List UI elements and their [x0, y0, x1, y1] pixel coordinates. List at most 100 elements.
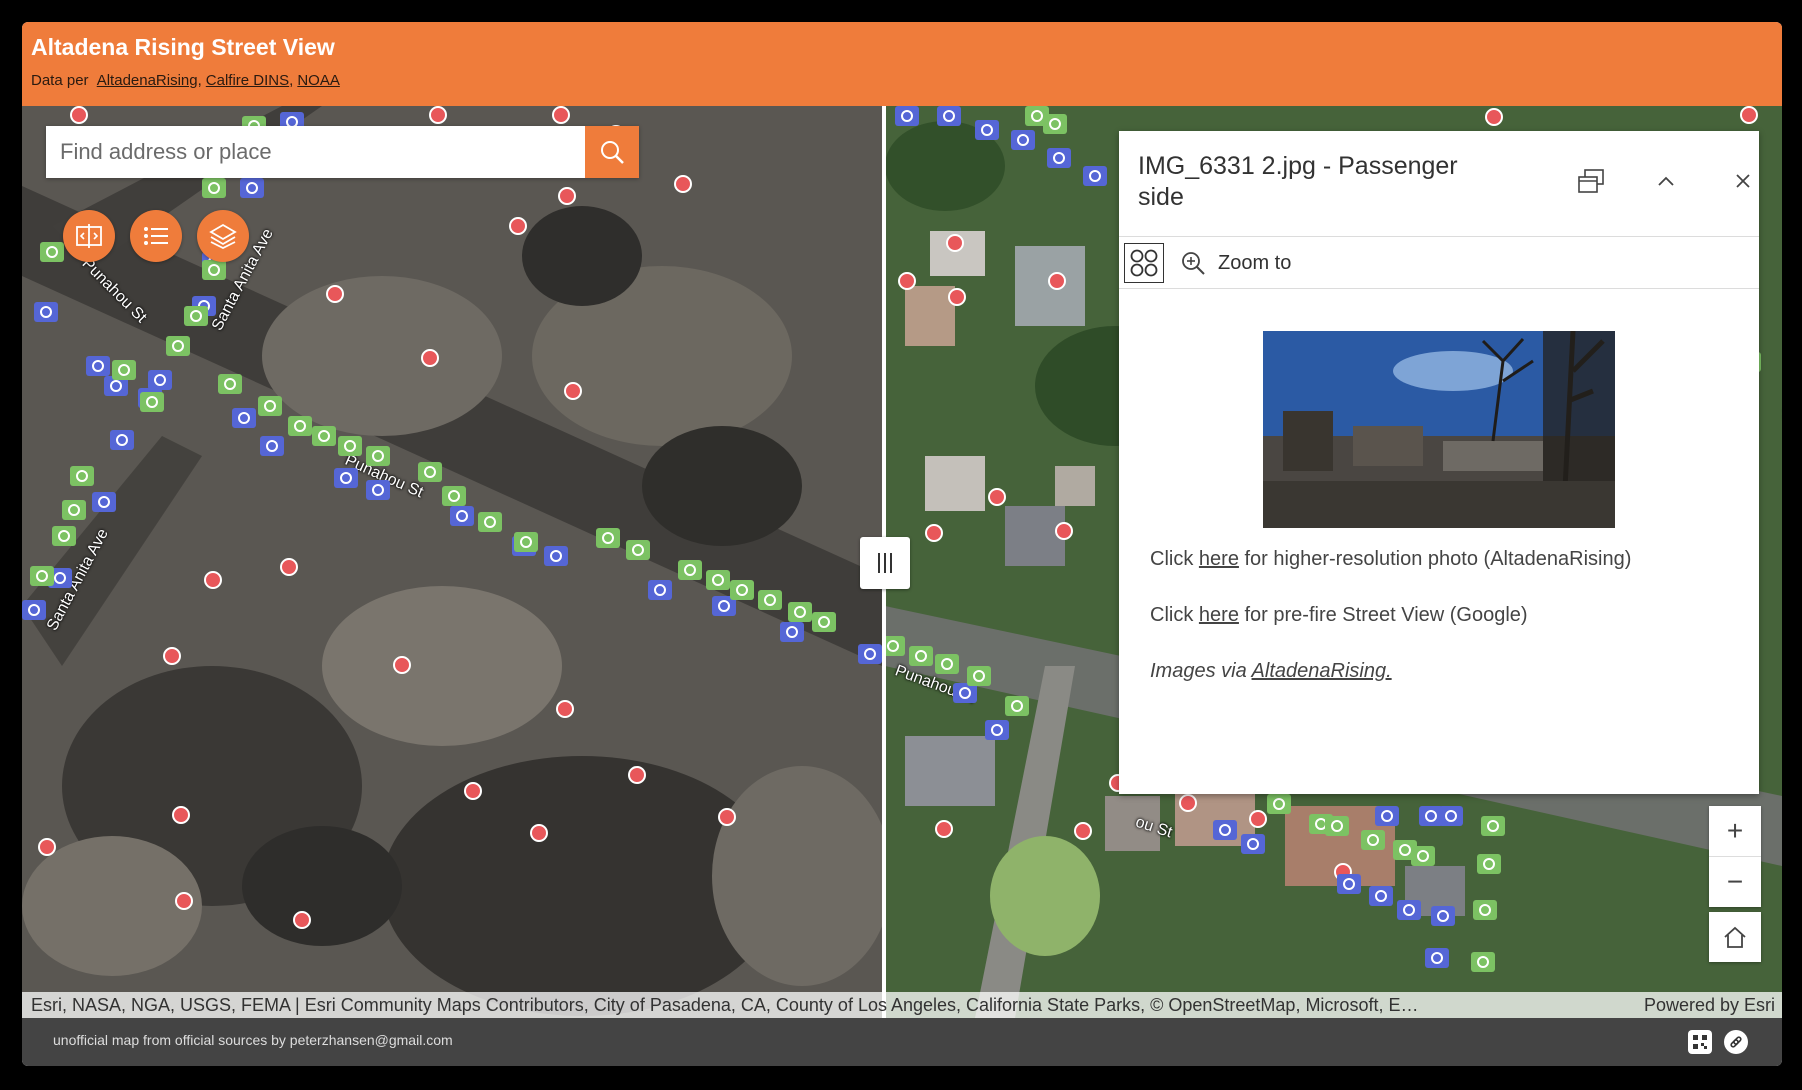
fire-damage-point[interactable]: [172, 806, 190, 824]
street-photo-point[interactable]: [1481, 816, 1505, 836]
street-photo-point[interactable]: [148, 370, 172, 390]
swipe-handle[interactable]: [860, 537, 910, 589]
search-button[interactable]: [585, 126, 639, 178]
street-photo-point[interactable]: [52, 526, 76, 546]
layers-button[interactable]: [197, 210, 249, 262]
map-view[interactable]: Punahou St Santa Anita Ave Punahou St Sa…: [22, 106, 1782, 1018]
fire-damage-point[interactable]: [948, 288, 966, 306]
fire-damage-point[interactable]: [1055, 522, 1073, 540]
street-photo-point[interactable]: [232, 408, 256, 428]
zoom-to-button[interactable]: Zoom to: [1180, 246, 1291, 280]
street-photo-point[interactable]: [62, 500, 86, 520]
street-photo-point[interactable]: [22, 600, 46, 620]
fire-damage-point[interactable]: [898, 272, 916, 290]
street-photo-point[interactable]: [975, 120, 999, 140]
high-res-photo-link[interactable]: here: [1199, 548, 1239, 570]
street-photo-point[interactable]: [92, 492, 116, 512]
fire-damage-point[interactable]: [509, 217, 527, 235]
street-photo-point[interactable]: [967, 666, 991, 686]
street-photo-point[interactable]: [338, 436, 362, 456]
street-photo-point[interactable]: [1213, 820, 1237, 840]
street-photo-point[interactable]: [478, 512, 502, 532]
street-photo-point[interactable]: [30, 566, 54, 586]
street-photo-point[interactable]: [1431, 906, 1455, 926]
street-photo-point[interactable]: [1241, 834, 1265, 854]
legend-button[interactable]: [130, 210, 182, 262]
fire-damage-point[interactable]: [464, 782, 482, 800]
street-photo-point[interactable]: [1477, 854, 1501, 874]
qr-code-button[interactable]: [1688, 1030, 1712, 1054]
street-photo-point[interactable]: [1005, 696, 1029, 716]
credit-link-calfire-dins[interactable]: Calfire DINS: [206, 72, 289, 89]
share-link-button[interactable]: [1724, 1030, 1748, 1054]
fire-damage-point[interactable]: [421, 349, 439, 367]
street-photo-point[interactable]: [1369, 886, 1393, 906]
zoom-out-button[interactable]: −: [1709, 857, 1761, 907]
street-photo-point[interactable]: [1011, 130, 1035, 150]
street-photo-point[interactable]: [442, 486, 466, 506]
fire-damage-point[interactable]: [1048, 272, 1066, 290]
street-photo-point[interactable]: [34, 302, 58, 322]
street-photo-point[interactable]: [626, 540, 650, 560]
fire-damage-point[interactable]: [1074, 822, 1092, 840]
street-view-photo[interactable]: [1263, 331, 1615, 528]
fire-damage-point[interactable]: [429, 106, 447, 124]
street-photo-point[interactable]: [366, 480, 390, 500]
street-photo-point[interactable]: [110, 430, 134, 450]
street-photo-point[interactable]: [937, 106, 961, 126]
street-photo-point[interactable]: [240, 178, 264, 198]
street-photo-point[interactable]: [1043, 114, 1067, 134]
street-photo-point[interactable]: [366, 446, 390, 466]
fire-damage-point[interactable]: [293, 911, 311, 929]
fire-damage-point[interactable]: [556, 700, 574, 718]
street-photo-point[interactable]: [935, 654, 959, 674]
fire-damage-point[interactable]: [946, 234, 964, 252]
street-photo-point[interactable]: [730, 580, 754, 600]
street-photo-point[interactable]: [288, 416, 312, 436]
fire-damage-point[interactable]: [326, 285, 344, 303]
zoom-in-button[interactable]: +: [1709, 806, 1761, 856]
street-photo-point[interactable]: [258, 396, 282, 416]
street-photo-point[interactable]: [218, 374, 242, 394]
prefire-street-view-link[interactable]: here: [1199, 604, 1239, 626]
street-photo-point[interactable]: [1425, 948, 1449, 968]
street-photo-point[interactable]: [1411, 846, 1435, 866]
dock-button[interactable]: [1575, 165, 1607, 197]
fire-damage-point[interactable]: [988, 488, 1006, 506]
street-photo-point[interactable]: [858, 644, 882, 664]
street-photo-point[interactable]: [885, 636, 905, 656]
street-photo-point[interactable]: [1337, 874, 1361, 894]
street-photo-point[interactable]: [985, 720, 1009, 740]
street-photo-point[interactable]: [648, 580, 672, 600]
street-photo-point[interactable]: [1471, 952, 1495, 972]
street-photo-point[interactable]: [112, 360, 136, 380]
fire-damage-point[interactable]: [552, 106, 570, 124]
actions-menu-button[interactable]: [1124, 243, 1164, 283]
street-photo-point[interactable]: [678, 560, 702, 580]
fire-damage-point[interactable]: [175, 892, 193, 910]
street-photo-point[interactable]: [166, 336, 190, 356]
street-photo-point[interactable]: [758, 590, 782, 610]
fire-damage-point[interactable]: [70, 106, 88, 124]
street-photo-point[interactable]: [1325, 816, 1349, 836]
fire-damage-point[interactable]: [925, 524, 943, 542]
street-photo-point[interactable]: [1375, 806, 1399, 826]
fire-damage-point[interactable]: [564, 382, 582, 400]
street-photo-point[interactable]: [260, 436, 284, 456]
street-photo-point[interactable]: [1419, 806, 1443, 826]
street-photo-point[interactable]: [953, 683, 977, 703]
street-photo-point[interactable]: [312, 426, 336, 446]
street-photo-point[interactable]: [780, 622, 804, 642]
credit-link-altadenarising[interactable]: AltadenaRising: [97, 72, 198, 89]
fire-damage-point[interactable]: [674, 175, 692, 193]
powered-by-esri[interactable]: Powered by Esri: [1644, 992, 1775, 1018]
street-photo-point[interactable]: [706, 570, 730, 590]
street-photo-point[interactable]: [70, 466, 94, 486]
street-photo-point[interactable]: [40, 242, 64, 262]
street-photo-point[interactable]: [86, 356, 110, 376]
street-photo-point[interactable]: [450, 506, 474, 526]
swipe-tool-button[interactable]: [63, 210, 115, 262]
close-button[interactable]: [1727, 165, 1759, 197]
fire-damage-point[interactable]: [628, 766, 646, 784]
credit-link-noaa[interactable]: NOAA: [297, 72, 340, 89]
